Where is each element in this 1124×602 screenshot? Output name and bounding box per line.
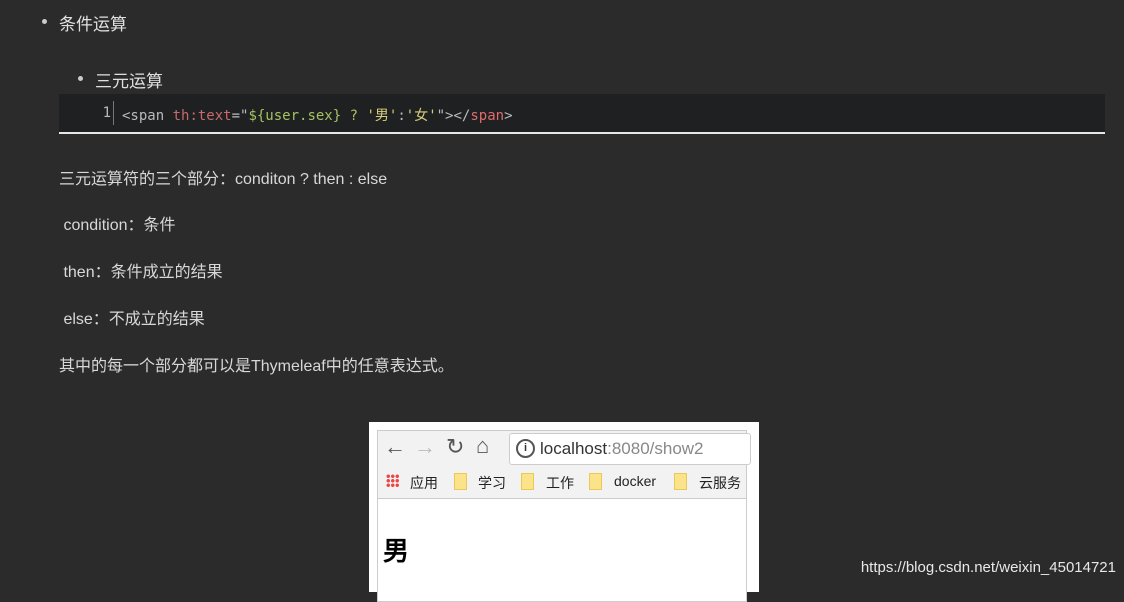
line-number: 1 — [102, 105, 111, 121]
close: "></ — [436, 108, 471, 124]
paragraph: then：条件成立的结果 — [59, 264, 223, 281]
url-text: localhost:8080/show2 — [540, 439, 704, 458]
bookmark: 云服务 — [699, 475, 741, 491]
info-icon: i — [516, 439, 535, 458]
home-icon: ⌂ — [476, 433, 490, 458]
apps-icon — [386, 474, 399, 487]
back-icon: ← — [384, 434, 406, 459]
paragraph: condition：条件 — [59, 217, 176, 234]
expr: ${user.sex} ? — [248, 108, 367, 124]
reload-icon: ↻ — [446, 434, 465, 459]
address-bar: i localhost:8080/show2 — [509, 433, 751, 465]
tag-open: <span — [122, 108, 165, 124]
folder-icon — [589, 472, 602, 490]
bookmark-apps: 应用 — [410, 475, 438, 491]
tag-close: span — [470, 108, 505, 124]
paragraph: 三元运算符的三个部分：conditon ? then : else — [59, 171, 388, 188]
bookmark: docker — [614, 473, 657, 489]
bookmark: 学习 — [478, 475, 506, 491]
folder-icon — [674, 472, 687, 490]
code-line: <span th:text="${user.sex} ? '男':'女'"></… — [122, 105, 513, 125]
browser-screenshot: ← → ↻ ⌂ i localhost:8080/show2 应用 学习 工作 … — [369, 422, 759, 602]
str1: '男' — [366, 108, 398, 124]
str2: '女' — [405, 108, 437, 124]
attr: th:text — [164, 108, 232, 124]
folder-icon — [454, 472, 467, 490]
gt: > — [504, 108, 513, 124]
bookmarks-bar: 应用 学习 工作 docker 云服务 — [378, 466, 746, 499]
list-item-conditional: 条件运算 — [42, 10, 127, 35]
paragraph: else：不成立的结果 — [59, 311, 205, 328]
folder-icon — [521, 472, 534, 490]
watermark: https://blog.csdn.net/weixin_45014721 — [860, 559, 1116, 576]
eq: =" — [231, 108, 249, 124]
list-item-ternary: 三元运算 — [78, 67, 163, 92]
paragraph: 其中的每一个部分都可以是Thymeleaf中的任意表达式。 — [59, 358, 454, 375]
browser-toolbar: ← → ↻ ⌂ i localhost:8080/show2 — [378, 431, 751, 466]
forward-icon: → — [414, 434, 436, 459]
colon: : — [397, 108, 406, 124]
page-content: 男 — [383, 536, 410, 566]
code-block: 1 <span th:text="${user.sex} ? '男':'女'">… — [59, 94, 1105, 134]
gutter-divider — [113, 101, 114, 125]
bookmark: 工作 — [546, 475, 574, 491]
